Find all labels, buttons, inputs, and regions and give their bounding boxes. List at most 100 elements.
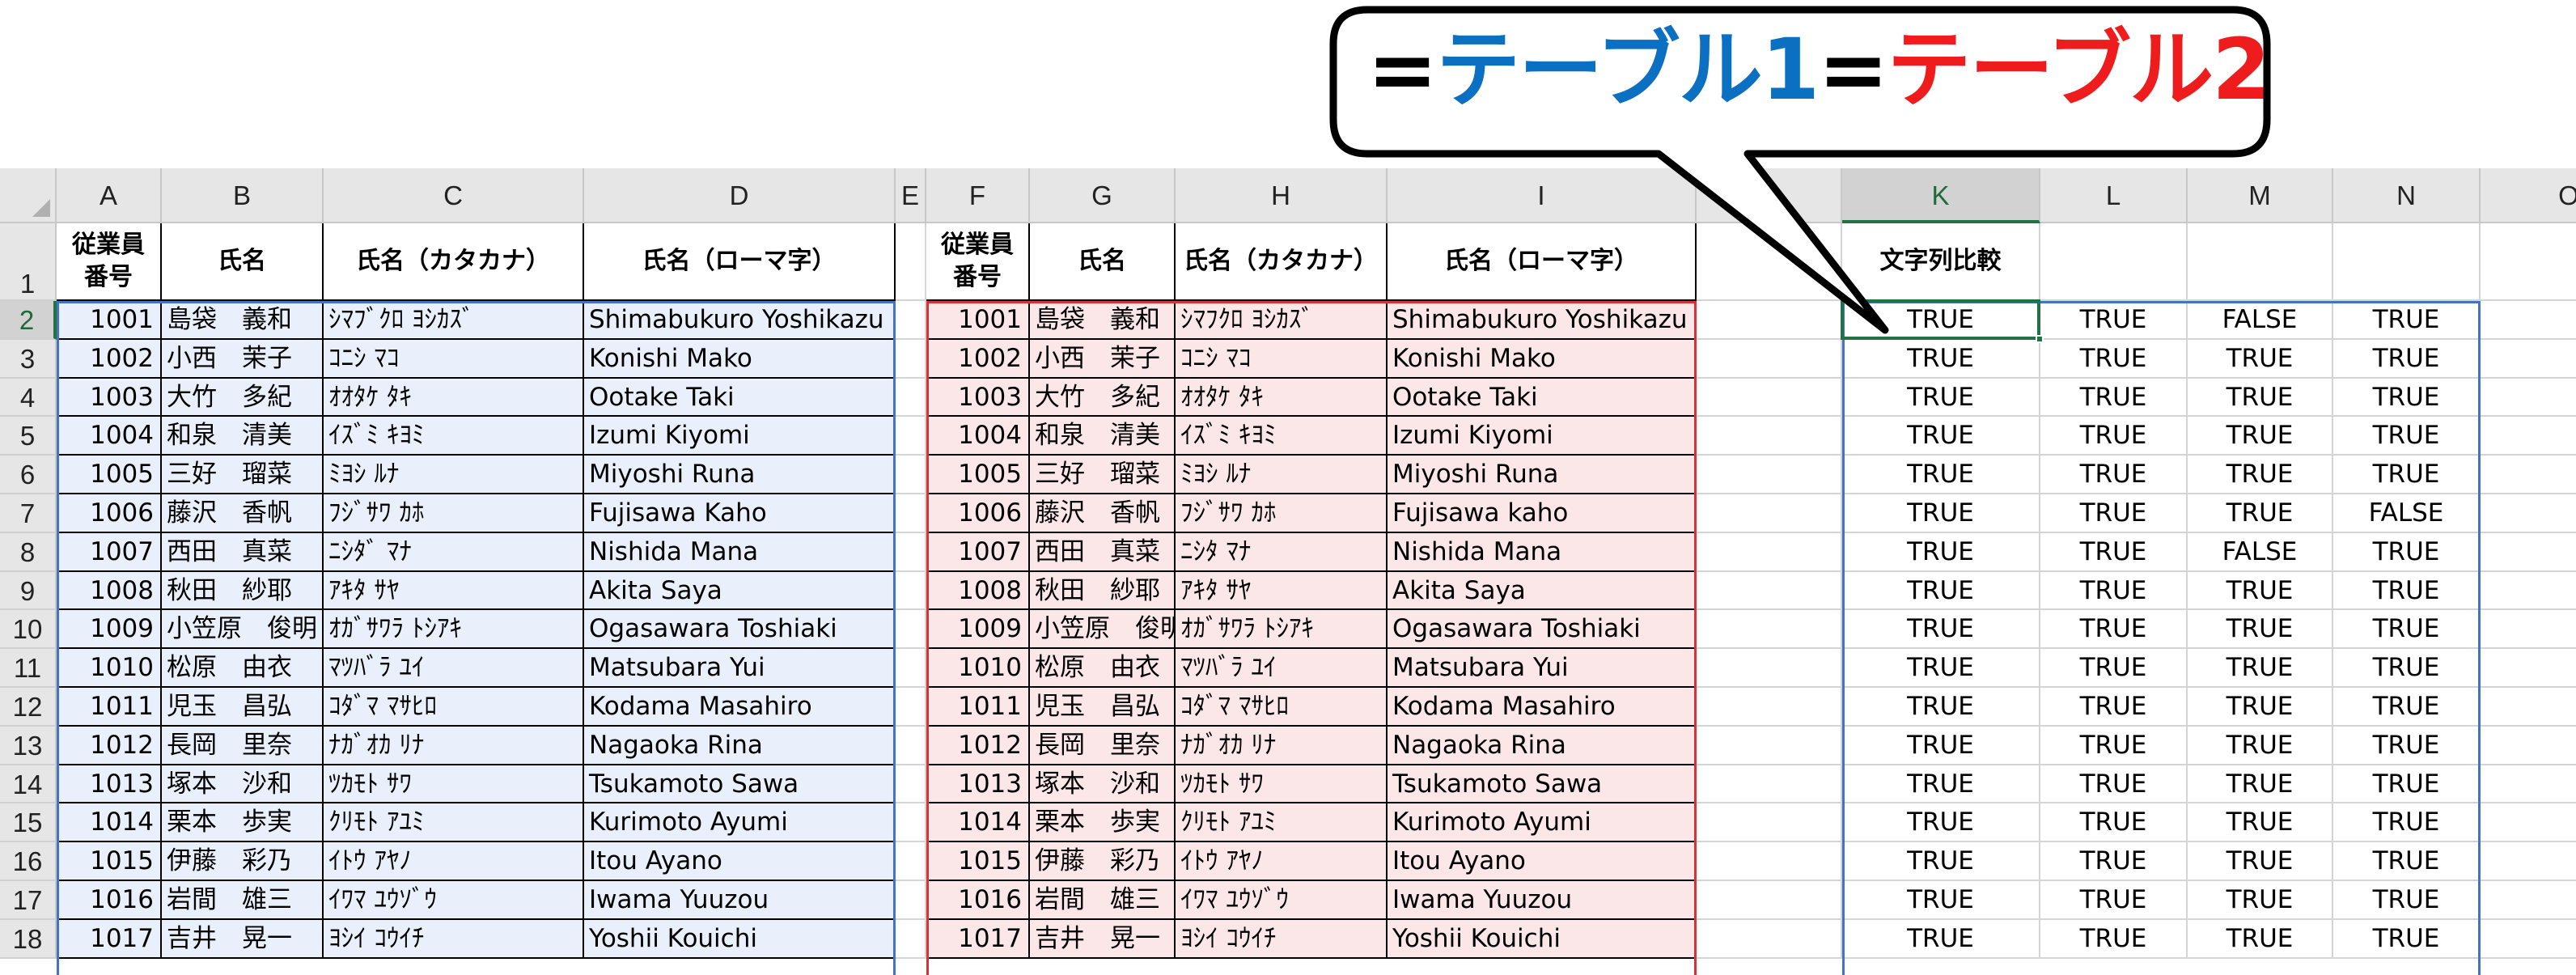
table2-cell[interactable]: ｸﾘﾓﾄ ｱﾕﾐ bbox=[1176, 803, 1388, 843]
grid-cell[interactable] bbox=[1697, 417, 1842, 456]
row-header-15[interactable]: 15 bbox=[0, 803, 57, 843]
table2-cell[interactable]: Itou Ayano bbox=[1388, 842, 1697, 881]
table2-cell[interactable]: ｲﾄｳ ｱﾔﾉ bbox=[1176, 842, 1388, 881]
table2-cell[interactable]: Tsukamoto Sawa bbox=[1388, 765, 1697, 804]
grid-cell[interactable] bbox=[896, 339, 926, 379]
table1-cell[interactable]: 1003 bbox=[57, 378, 162, 418]
table1-cell[interactable]: Ootake Taki bbox=[584, 378, 896, 418]
table2-cell[interactable]: ﾌｼﾞｻﾜ ｶﾎ bbox=[1176, 494, 1388, 533]
table2-cell[interactable]: Nishida Mana bbox=[1388, 532, 1697, 572]
compare-cell[interactable]: FALSE bbox=[2333, 494, 2481, 533]
table1-cell[interactable]: 1007 bbox=[57, 532, 162, 572]
table1-cell[interactable]: ﾖｼｲ ｺｳｲﾁ bbox=[324, 919, 584, 959]
compare-cell[interactable]: TRUE bbox=[2188, 378, 2333, 418]
row-header-7[interactable]: 7 bbox=[0, 494, 57, 533]
row-header-13[interactable]: 13 bbox=[0, 726, 57, 765]
table2-cell[interactable]: 伊藤 彩乃 bbox=[1030, 842, 1176, 881]
compare-cell[interactable]: TRUE bbox=[2188, 417, 2333, 456]
compare-cell[interactable]: TRUE bbox=[2188, 688, 2333, 727]
table1-cell[interactable]: Kodama Masahiro bbox=[584, 688, 896, 727]
table2-cell[interactable]: ﾐﾖｼ ﾙﾅ bbox=[1176, 456, 1388, 494]
table1-cell[interactable]: ｲﾄｳ ｱﾔﾉ bbox=[324, 842, 584, 881]
row-header-9[interactable]: 9 bbox=[0, 571, 57, 611]
compare-cell[interactable]: TRUE bbox=[2040, 339, 2188, 379]
table2-cell[interactable]: Kurimoto Ayumi bbox=[1388, 803, 1697, 843]
grid-cell[interactable] bbox=[896, 881, 926, 920]
grid-cell[interactable] bbox=[896, 765, 926, 804]
grid-cell[interactable] bbox=[1697, 688, 1842, 727]
table2-cell[interactable]: ﾅｶﾞｵｶ ﾘﾅ bbox=[1176, 726, 1388, 765]
table1-cell[interactable]: Tsukamoto Sawa bbox=[584, 765, 896, 804]
table1-cell[interactable]: ｺﾀﾞﾏ ﾏｻﾋﾛ bbox=[324, 688, 584, 727]
table1-cell[interactable]: Izumi Kiyomi bbox=[584, 417, 896, 456]
table1-cell[interactable]: 1010 bbox=[57, 649, 162, 688]
table2-cell[interactable]: 1005 bbox=[926, 456, 1030, 494]
compare-cell[interactable]: TRUE bbox=[2333, 378, 2481, 418]
table1-cell[interactable]: 1004 bbox=[57, 417, 162, 456]
table2-cell[interactable]: Nagaoka Rina bbox=[1388, 726, 1697, 765]
compare-cell[interactable]: TRUE bbox=[2333, 919, 2481, 959]
table1-cell[interactable]: Nagaoka Rina bbox=[584, 726, 896, 765]
table1-cell[interactable]: Akita Saya bbox=[584, 571, 896, 611]
table1-cell[interactable]: 1002 bbox=[57, 339, 162, 379]
grid-cell[interactable] bbox=[1697, 726, 1842, 765]
grid-cell[interactable] bbox=[896, 726, 926, 765]
table2-cell[interactable]: Matsubara Yui bbox=[1388, 649, 1697, 688]
grid-cell[interactable] bbox=[896, 610, 926, 650]
compare-cell[interactable]: TRUE bbox=[2188, 571, 2333, 611]
table1-cell[interactable]: Iwama Yuuzou bbox=[584, 881, 896, 920]
grid-cell[interactable] bbox=[1697, 456, 1842, 494]
table2-cell[interactable]: 1003 bbox=[926, 378, 1030, 418]
compare-cell[interactable]: TRUE bbox=[2333, 765, 2481, 804]
compare-cell[interactable]: TRUE bbox=[2188, 881, 2333, 920]
compare-cell[interactable]: TRUE bbox=[2333, 339, 2481, 379]
table1-cell[interactable]: 藤沢 香帆 bbox=[162, 494, 324, 533]
compare-cell[interactable]: TRUE bbox=[2333, 610, 2481, 650]
table2-cell[interactable]: ﾏﾂﾊﾞﾗ ﾕｲ bbox=[1176, 649, 1388, 688]
compare-cell[interactable]: TRUE bbox=[2040, 532, 2188, 572]
compare-cell[interactable]: TRUE bbox=[2040, 726, 2188, 765]
table1-cell[interactable]: 伊藤 彩乃 bbox=[162, 842, 324, 881]
table2-cell[interactable]: 1008 bbox=[926, 571, 1030, 611]
compare-cell[interactable]: TRUE bbox=[2040, 456, 2188, 494]
table2-cell[interactable]: 1012 bbox=[926, 726, 1030, 765]
row-header-3[interactable]: 3 bbox=[0, 339, 57, 379]
compare-cell[interactable]: TRUE bbox=[2333, 726, 2481, 765]
table1-cell[interactable]: 秋田 紗耶 bbox=[162, 571, 324, 611]
compare-cell[interactable]: TRUE bbox=[1842, 649, 2040, 688]
table1-cell[interactable]: ﾅｶﾞｵｶ ﾘﾅ bbox=[324, 726, 584, 765]
table2-cell[interactable]: Miyoshi Runa bbox=[1388, 456, 1697, 494]
grid-cell[interactable] bbox=[1697, 532, 1842, 572]
grid-cell[interactable] bbox=[2481, 765, 2576, 804]
table1-cell[interactable]: Matsubara Yui bbox=[584, 649, 896, 688]
table1-cell[interactable]: 1011 bbox=[57, 688, 162, 727]
compare-cell[interactable]: FALSE bbox=[2188, 532, 2333, 572]
grid-cell[interactable] bbox=[1697, 803, 1842, 843]
grid-cell[interactable] bbox=[1697, 881, 1842, 920]
table1-cell[interactable]: ﾌｼﾞｻﾜ ｶﾎ bbox=[324, 494, 584, 533]
table2-cell[interactable]: 小西 茉子 bbox=[1030, 339, 1176, 379]
table1-cell[interactable]: 三好 瑠菜 bbox=[162, 456, 324, 494]
compare-cell[interactable]: TRUE bbox=[1842, 842, 2040, 881]
table1-cell[interactable]: 1012 bbox=[57, 726, 162, 765]
row-header-18[interactable]: 18 bbox=[0, 919, 57, 959]
table2-cell[interactable]: 岩間 雄三 bbox=[1030, 881, 1176, 920]
row-header-14[interactable]: 14 bbox=[0, 765, 57, 804]
grid-cell[interactable] bbox=[896, 688, 926, 727]
compare-cell[interactable]: TRUE bbox=[2188, 339, 2333, 379]
grid-cell[interactable] bbox=[2481, 803, 2576, 843]
compare-cell[interactable]: TRUE bbox=[1842, 456, 2040, 494]
table1-cell[interactable]: 栗本 歩実 bbox=[162, 803, 324, 843]
table2-cell[interactable]: 長岡 里奈 bbox=[1030, 726, 1176, 765]
row-header-17[interactable]: 17 bbox=[0, 881, 57, 920]
table1-cell[interactable]: 1013 bbox=[57, 765, 162, 804]
compare-cell[interactable]: TRUE bbox=[2333, 842, 2481, 881]
table2-cell[interactable]: 1014 bbox=[926, 803, 1030, 843]
table1-cell[interactable]: ｲﾜﾏ ﾕｳｿﾞｳ bbox=[324, 881, 584, 920]
table2-cell[interactable]: 秋田 紗耶 bbox=[1030, 571, 1176, 611]
compare-cell[interactable]: TRUE bbox=[2188, 649, 2333, 688]
grid-cell[interactable] bbox=[896, 842, 926, 881]
grid-cell[interactable] bbox=[1697, 919, 1842, 959]
table1-cell[interactable]: 1017 bbox=[57, 919, 162, 959]
row-header-8[interactable]: 8 bbox=[0, 532, 57, 572]
